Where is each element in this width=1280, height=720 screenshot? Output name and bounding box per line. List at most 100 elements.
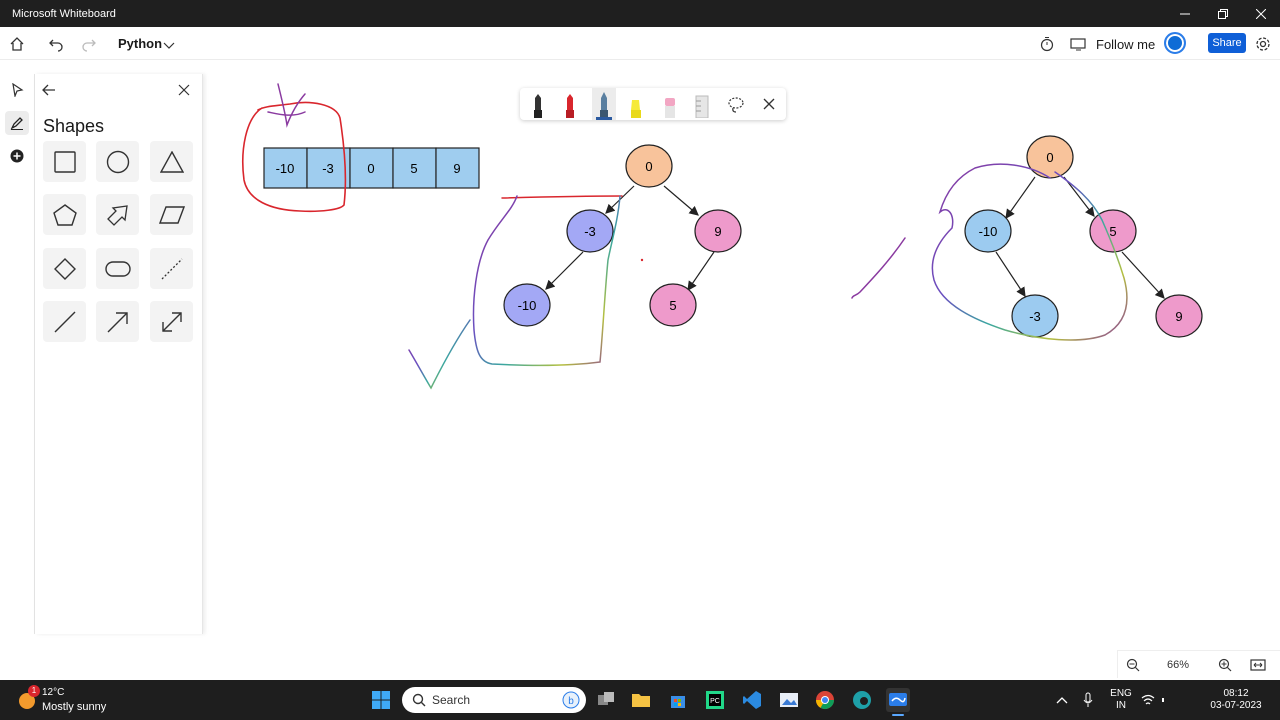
shape-triangle[interactable] [150, 141, 193, 182]
restore-button[interactable] [1204, 0, 1242, 27]
microphone-button[interactable] [1076, 688, 1100, 712]
close-icon [178, 84, 190, 96]
tree-node-label: 0 [645, 159, 652, 174]
zoom-controls: 66% [1117, 650, 1280, 678]
undo-button[interactable] [45, 33, 67, 55]
tree-node-label: 9 [1175, 309, 1182, 324]
tree2[interactable]: 0 -10 5 -3 9 [964, 135, 1203, 338]
vscode-app[interactable] [740, 688, 764, 712]
edge-icon [853, 691, 871, 709]
weather-widget[interactable]: 1 [16, 685, 40, 711]
taskbar-search[interactable]: Search b [402, 687, 586, 713]
clock-date: 03-07-2023 [1210, 700, 1262, 711]
array-cell-text: -3 [322, 161, 334, 176]
follow-me-icon-button[interactable] [1068, 33, 1090, 55]
app-toolbar: Python Follow me Share [0, 27, 1280, 60]
language-indicator[interactable]: ENG IN [1104, 688, 1138, 712]
zoom-in-icon [1218, 658, 1232, 672]
notification-badge: 1 [28, 685, 40, 697]
zoom-in-button[interactable] [1215, 655, 1235, 675]
settings-button[interactable] [1252, 33, 1274, 55]
svg-text:PC: PC [710, 698, 720, 705]
pointer-icon [12, 83, 24, 97]
fit-to-screen-button[interactable] [1248, 655, 1268, 675]
board-name[interactable]: Python [118, 36, 162, 51]
redo-icon [82, 39, 96, 52]
zoom-out-icon [1126, 658, 1140, 672]
clock[interactable]: 08:12 03-07-2023 [1206, 688, 1266, 712]
edge-app[interactable] [850, 688, 874, 712]
shape-dashed-line[interactable] [150, 248, 193, 289]
shape-arrow[interactable] [96, 301, 139, 342]
array-cell-text: 9 [453, 161, 460, 176]
bing-icon: b [562, 691, 580, 709]
language-code: ENG [1110, 688, 1132, 699]
plus-circle-icon [10, 149, 24, 163]
back-button[interactable] [41, 82, 59, 100]
follow-me-button[interactable]: Follow me [1096, 37, 1155, 52]
tree1[interactable]: 0 -3 9 -10 5 [503, 144, 742, 327]
circle-icon [106, 150, 129, 173]
minimize-button[interactable] [1166, 0, 1204, 27]
store-app[interactable] [666, 688, 690, 712]
wifi-volume-battery-icon [1141, 694, 1164, 705]
array-cell-text: 5 [410, 161, 417, 176]
active-app-indicator [892, 714, 904, 716]
photos-app[interactable] [777, 688, 801, 712]
double-arrow-icon [161, 311, 182, 332]
timer-icon [1040, 37, 1054, 52]
undo-icon [49, 39, 63, 52]
board-menu-button[interactable] [158, 34, 180, 56]
ink-tool[interactable] [5, 111, 29, 135]
close-panel-button[interactable] [178, 83, 194, 99]
pycharm-icon: PC [706, 691, 724, 709]
chrome-app[interactable] [813, 688, 837, 712]
gear-icon [1256, 37, 1270, 51]
close-icon [1256, 8, 1266, 19]
start-button[interactable] [369, 688, 393, 712]
redo-button[interactable] [78, 33, 100, 55]
file-explorer-app[interactable] [629, 688, 653, 712]
timer-button[interactable] [1036, 33, 1058, 55]
shape-arrow-block[interactable] [96, 194, 139, 235]
window-title: Microsoft Whiteboard [12, 8, 116, 20]
panel-title: Shapes [43, 116, 105, 136]
shape-line[interactable] [43, 301, 86, 342]
arrow-icon [107, 311, 128, 332]
pycharm-app[interactable]: PC [703, 688, 727, 712]
quick-settings-button[interactable] [1140, 688, 1164, 712]
triangle-icon [159, 150, 184, 173]
search-icon [412, 693, 426, 707]
home-button[interactable] [6, 33, 28, 55]
tree-node-label: -3 [1029, 309, 1041, 324]
zoom-out-button[interactable] [1123, 655, 1143, 675]
task-view-icon [598, 692, 614, 705]
taskbar: 1 12°C Mostly sunny Search b PC ENG IN 0… [0, 680, 1280, 720]
shape-rounded-rect[interactable] [96, 248, 139, 289]
avatar[interactable] [1164, 32, 1186, 54]
photos-icon [780, 693, 798, 707]
tree-node-label: -3 [584, 224, 596, 239]
shape-circle[interactable] [96, 141, 139, 182]
add-content-tool[interactable] [5, 144, 29, 168]
whiteboard-canvas[interactable]: -10 -3 0 5 9 0 -3 9 -10 5 0 -10 5 -3 9 [203, 60, 1280, 680]
diamond-icon [53, 257, 76, 280]
task-view-button[interactable] [594, 688, 618, 712]
microphone-icon [1083, 692, 1093, 707]
show-hidden-icons-button[interactable] [1050, 688, 1074, 712]
tree-node-label: 5 [669, 298, 676, 313]
sorted-array[interactable]: -10 -3 0 5 9 [263, 147, 480, 189]
minimize-icon [1180, 13, 1190, 14]
close-window-button[interactable] [1242, 0, 1280, 27]
shape-pentagon[interactable] [43, 194, 86, 235]
vscode-icon [743, 691, 761, 709]
whiteboard-app[interactable] [886, 688, 910, 716]
select-tool[interactable] [5, 78, 29, 102]
shape-parallelogram[interactable] [150, 194, 193, 235]
share-button[interactable]: Share [1208, 33, 1246, 53]
shape-diamond[interactable] [43, 248, 86, 289]
weather-temperature: 12°C [42, 687, 65, 698]
shape-double-arrow[interactable] [150, 301, 193, 342]
shape-square[interactable] [43, 141, 86, 182]
chevron-up-icon [1056, 697, 1068, 704]
